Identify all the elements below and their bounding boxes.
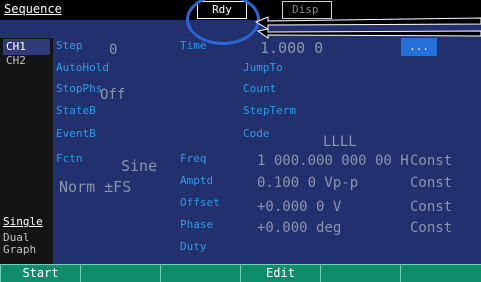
softkey-3[interactable] [160, 264, 240, 282]
phase-label: Phase [180, 218, 214, 231]
softkey-start[interactable]: Start [0, 264, 80, 282]
code-value[interactable]: LLLL [323, 134, 357, 150]
stateb-label: StateB [56, 104, 96, 117]
duty-label: Duty [180, 240, 207, 253]
graph-view-button[interactable]: Graph [3, 244, 36, 256]
softkey-edit[interactable]: Edit [240, 264, 320, 282]
stopphs-label: StopPhs [56, 82, 103, 95]
phase-mode[interactable]: Const [410, 220, 452, 236]
fctn-label: Fctn [56, 152, 83, 165]
stepterm-label: StepTerm [243, 104, 296, 117]
more-button[interactable]: ... [401, 38, 437, 56]
stopphs-value[interactable]: Off [100, 87, 125, 103]
offset-mode[interactable]: Const [410, 199, 452, 215]
instrument-screen: { "header": { "title": "Sequence", "stat… [0, 0, 481, 282]
code-label: Code [243, 127, 270, 140]
offset-label: Offset [180, 196, 220, 209]
amptd-value[interactable]: 0.100 0 Vp-p [257, 175, 358, 191]
amptd-mode[interactable]: Const [410, 175, 452, 191]
freq-mode[interactable]: Const [410, 153, 452, 169]
function-value[interactable]: Sine [121, 157, 157, 175]
count-label: Count [243, 82, 277, 95]
step-value[interactable]: 0 [109, 42, 117, 58]
softkey-6[interactable] [400, 264, 481, 282]
offset-value[interactable]: +0.000 0 V [257, 199, 341, 215]
time-value[interactable]: 1.000 0 [260, 39, 323, 57]
amptd-label: Amptd [180, 174, 214, 187]
time-label: Time [180, 39, 207, 52]
norm-value[interactable]: Norm ±FS [59, 178, 131, 196]
channel-2-button[interactable]: CH2 [3, 55, 50, 67]
freq-value[interactable]: 1 000.000 000 00 H [257, 153, 409, 169]
softkey-2[interactable] [80, 264, 160, 282]
single-view-button[interactable]: Single [3, 216, 43, 228]
freq-label: Freq [180, 152, 207, 165]
eventb-label: EventB [56, 127, 96, 140]
autohold-label: AutoHold [56, 61, 109, 74]
channel-1-button[interactable]: CH1 [3, 39, 50, 55]
step-label: Step [56, 39, 83, 52]
jumpto-label: JumpTo [243, 61, 283, 74]
phase-value[interactable]: +0.000 deg [257, 220, 341, 236]
softkey-5[interactable] [320, 264, 400, 282]
